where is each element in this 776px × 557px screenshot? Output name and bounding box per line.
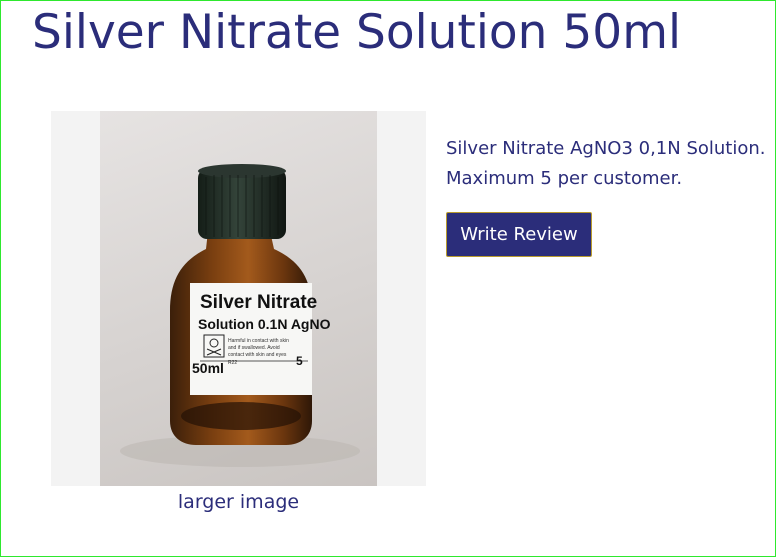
bottle-label-volume: 50ml	[192, 360, 224, 376]
bottle-cap-top-shape	[198, 164, 286, 178]
bottle-label-warning-3: contact with skin and eyes	[228, 352, 287, 358]
bottle-label-line1: Silver Nitrate	[200, 292, 317, 313]
bottle-illustration: Silver Nitrate Solution 0.1N AgNO Harmfu…	[120, 164, 360, 467]
write-review-button[interactable]: Write Review	[446, 212, 592, 257]
bottle-label-line2: Solution 0.1N AgNO	[198, 316, 331, 332]
bottle-cap-shape	[198, 169, 286, 239]
larger-image-link[interactable]: larger image	[51, 490, 426, 514]
product-photo[interactable]: Silver Nitrate Solution 0.1N AgNO Harmfu…	[100, 111, 377, 486]
bottle-label-warning-2: and if swallowed. Avoid	[228, 345, 280, 351]
bottle-base-shape	[181, 402, 301, 430]
product-description: Silver Nitrate AgNO3 0,1N Solution. Maxi…	[446, 138, 766, 189]
product-image-panel[interactable]: Silver Nitrate Solution 0.1N AgNO Harmfu…	[51, 111, 426, 486]
bottle-label-warning-1: Harmful in contact with skin	[228, 338, 289, 344]
page-title: Silver Nitrate Solution 50ml	[32, 5, 682, 60]
